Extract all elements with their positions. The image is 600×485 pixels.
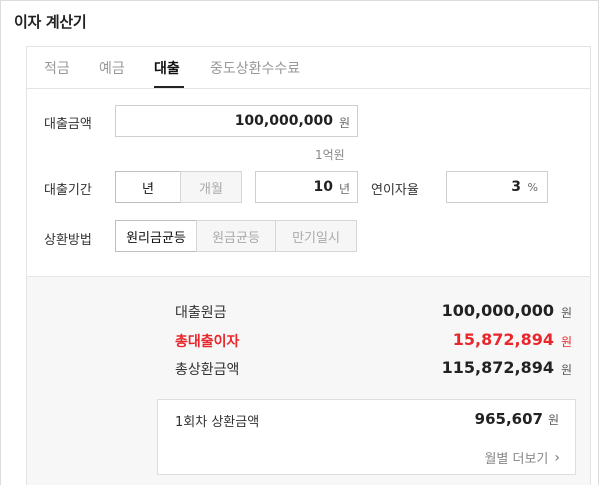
method-bullet-button[interactable]: 만기일시: [275, 220, 357, 252]
tab-loan[interactable]: 대출: [154, 58, 180, 78]
installment-card: 1회차 상환금액 965,607 원 월별 더보기 ›: [157, 399, 576, 475]
principal-value: 100,000,000: [441, 301, 554, 320]
tab-deposit[interactable]: 예금: [99, 58, 125, 78]
total-label: 총상환금액: [175, 362, 240, 378]
rate-unit: %: [527, 181, 538, 194]
tab-prepayment-fee[interactable]: 중도상환수수료: [210, 58, 300, 78]
rate-label: 연이자율: [371, 183, 419, 198]
period-unit: 년: [338, 182, 350, 196]
chevron-right-icon: ›: [554, 449, 560, 466]
widget-title: 이자 계산기: [14, 13, 87, 31]
installment-value: 965,607: [474, 410, 543, 428]
principal-label: 대출원금: [175, 305, 227, 321]
result-panel: 대출원금 100,000,000 원 총대출이자 15,872,894 원 총상…: [27, 276, 590, 485]
amount-value: 100,000,000: [234, 113, 333, 129]
method-label: 상환방법: [44, 233, 92, 248]
monthly-more-link[interactable]: 월별 더보기 ›: [484, 448, 560, 468]
amount-label: 대출금액: [44, 117, 92, 132]
period-input[interactable]: 10 년: [255, 171, 358, 203]
calculator-card: 적금 예금 대출 중도상환수수료 대출금액 100,000,000 원 1억원 …: [26, 46, 591, 485]
rate-input[interactable]: 3 %: [446, 171, 548, 203]
interest-value: 15,872,894: [452, 330, 554, 349]
installment-unit: 원: [547, 413, 559, 427]
total-unit: 원: [560, 363, 572, 377]
period-unit-year-button[interactable]: 년: [115, 171, 181, 203]
calculator-widget: 이자 계산기 적금 예금 대출 중도상환수수료 대출금액 100,000,000…: [0, 0, 599, 485]
rate-value: 3: [511, 179, 521, 195]
period-label: 대출기간: [44, 183, 92, 198]
interest-unit: 원: [560, 335, 572, 349]
amount-hint: 1억원: [315, 148, 345, 162]
method-equal-principal-button[interactable]: 원금균등: [196, 220, 276, 252]
tab-savings[interactable]: 적금: [44, 58, 70, 78]
installment-label: 1회차 상환금액: [175, 415, 260, 430]
amount-unit: 원: [338, 116, 350, 130]
amount-input[interactable]: 100,000,000 원: [115, 105, 358, 137]
method-equal-payment-button[interactable]: 원리금균등: [115, 220, 197, 252]
period-unit-month-button[interactable]: 개월: [180, 171, 242, 203]
principal-unit: 원: [560, 306, 572, 320]
active-tab-indicator: [154, 86, 184, 88]
monthly-more-label: 월별 더보기: [484, 452, 549, 467]
period-value: 10: [313, 179, 333, 195]
total-value: 115,872,894: [441, 358, 554, 377]
interest-label: 총대출이자: [175, 334, 240, 350]
tab-bar: 적금 예금 대출 중도상환수수료: [27, 47, 590, 89]
